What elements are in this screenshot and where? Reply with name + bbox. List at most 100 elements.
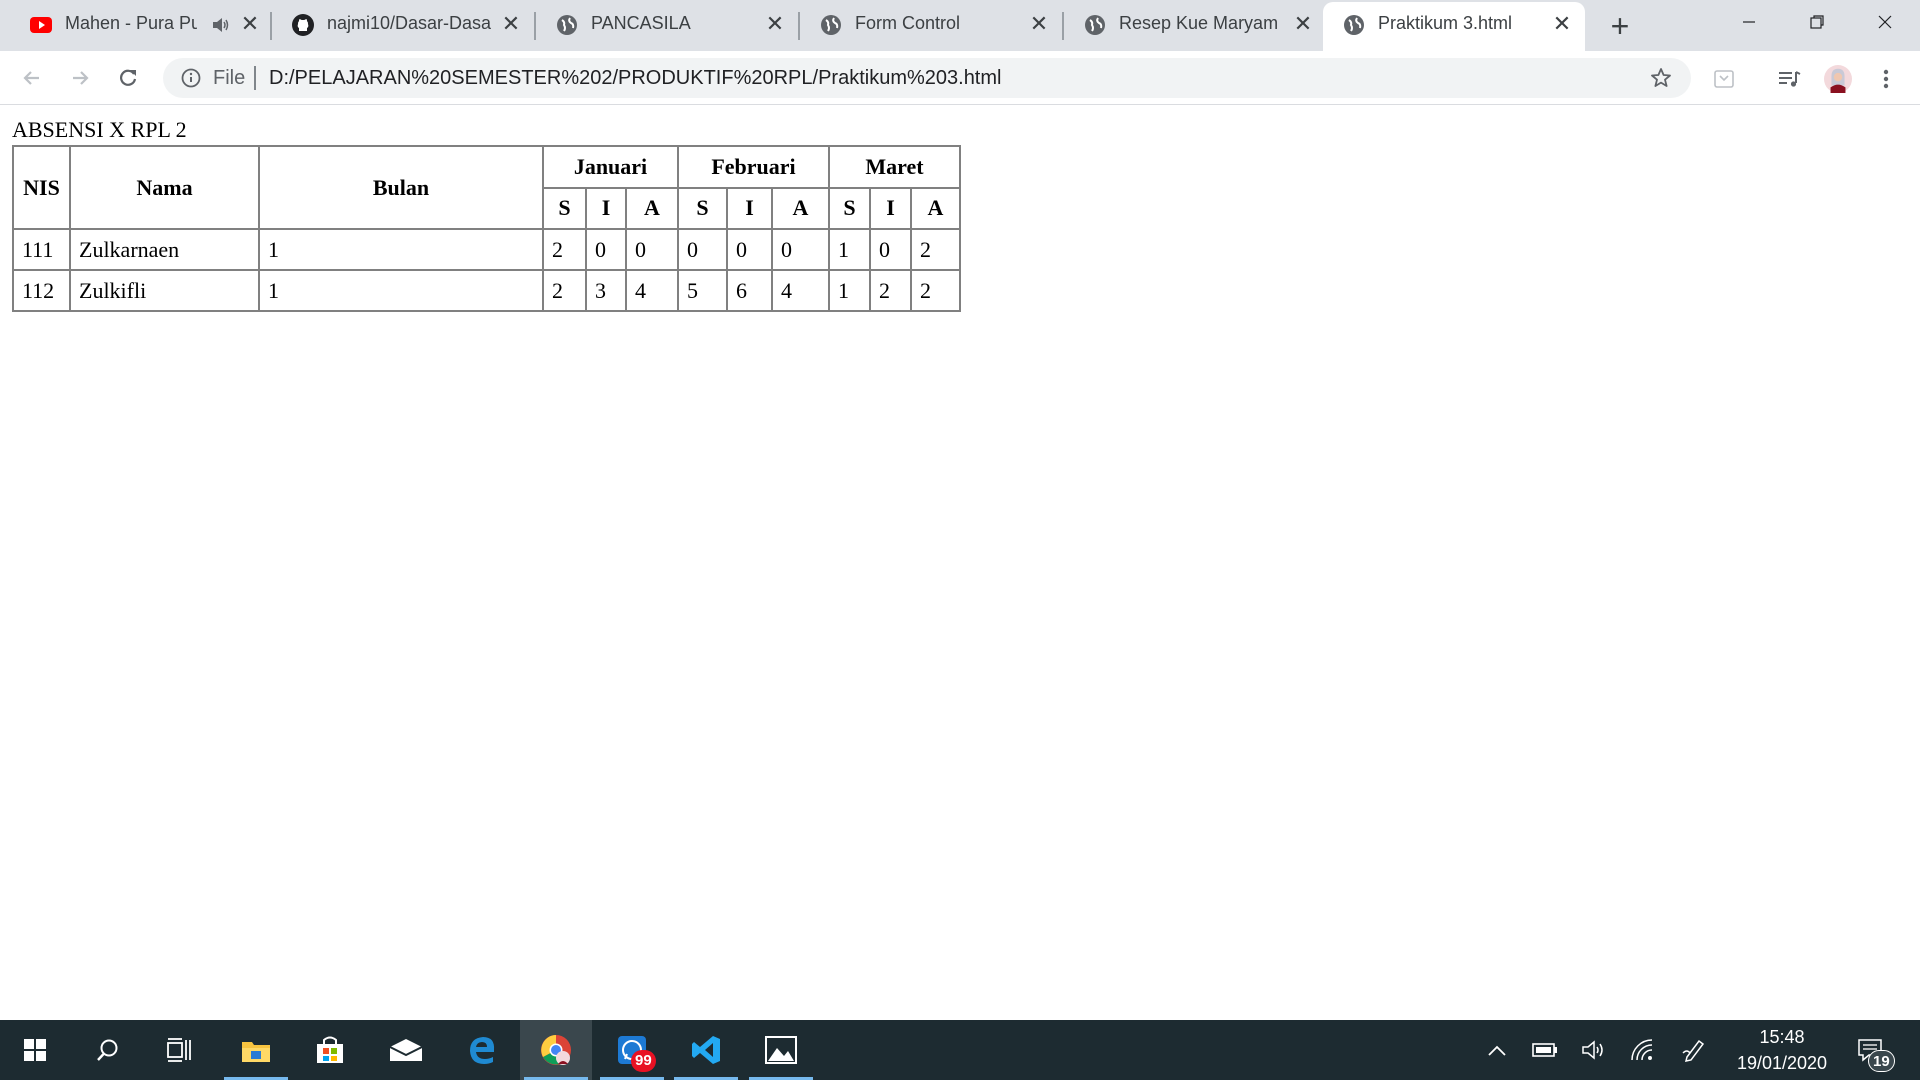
subheader-cell: I [586, 187, 626, 229]
cell-value: 4 [772, 270, 829, 311]
cell-value: 2 [911, 270, 960, 311]
subheader-cell: I [727, 187, 772, 229]
globe-icon [1343, 14, 1365, 36]
taskbar-clock[interactable]: 15:48 19/01/2020 [1722, 1024, 1842, 1076]
cell-value: 2 [543, 270, 586, 311]
subheader-cell: S [829, 187, 870, 229]
store-icon[interactable] [294, 1020, 366, 1080]
reload-button[interactable] [113, 63, 143, 93]
wifi-icon[interactable] [1628, 1036, 1656, 1064]
vscode-icon[interactable] [670, 1020, 742, 1080]
address-bar[interactable]: File D:/PELAJARAN%20SEMESTER%202/PRODUKT… [163, 58, 1691, 98]
github-icon [292, 14, 314, 36]
header-bulan: Bulan [259, 146, 543, 229]
edge-icon[interactable] [446, 1020, 518, 1080]
cell-value: 1 [829, 270, 870, 311]
header-month: Februari [678, 146, 829, 188]
subheader-cell: S [678, 187, 727, 229]
header-nis: NIS [13, 146, 70, 229]
cell-value: 6 [727, 270, 772, 311]
cell-value: 0 [772, 229, 829, 270]
cell-value: 2 [543, 229, 586, 270]
globe-icon [1084, 14, 1106, 36]
forward-button[interactable] [65, 63, 95, 93]
attendance-table: NIS Nama Bulan Januari Februari Maret S … [12, 145, 961, 312]
start-button[interactable] [0, 1020, 70, 1080]
close-tab-icon[interactable]: ✕ [764, 13, 786, 35]
tab-title: Mahen - Pura Pu [65, 13, 197, 33]
browser-toolbar: File D:/PELAJARAN%20SEMESTER%202/PRODUKT… [0, 51, 1920, 105]
clock-date: 19/01/2020 [1736, 1053, 1828, 1073]
page-content: ABSENSI X RPL 2 NIS Nama Bulan Januari F… [0, 106, 1920, 1020]
cell-value: 2 [911, 229, 960, 270]
table-row: 112 Zulkifli 1 2 3 4 5 6 4 1 2 2 [13, 270, 960, 311]
back-button[interactable] [17, 63, 47, 93]
header-nama: Nama [70, 146, 259, 229]
minimize-button[interactable] [1715, 0, 1783, 44]
task-view-icon[interactable] [144, 1020, 216, 1080]
close-tab-icon[interactable]: ✕ [500, 13, 522, 35]
globe-icon [556, 14, 578, 36]
header-month: Maret [829, 146, 960, 188]
url-scheme-label: File [213, 67, 246, 89]
close-tab-icon[interactable]: ✕ [1292, 13, 1314, 35]
notifications-icon[interactable]: 19 [1856, 1036, 1895, 1072]
mail-icon[interactable] [370, 1020, 442, 1080]
subheader-cell: A [911, 187, 960, 229]
tab-youtube[interactable]: Mahen - Pura Pu ✕ [10, 0, 272, 51]
url-text[interactable]: D:/PELAJARAN%20SEMESTER%202/PRODUKTIF%20… [269, 67, 1001, 90]
photos-icon[interactable] [745, 1020, 817, 1080]
cell-bulan: 1 [259, 229, 543, 270]
tab-title: najmi10/Dasar-Dasar [327, 13, 492, 33]
globe-icon [820, 14, 842, 36]
media-controls-icon[interactable] [1775, 65, 1803, 93]
chrome-icon[interactable] [520, 1020, 592, 1080]
restore-button[interactable] [1783, 0, 1851, 44]
cell-nama: Zulkarnaen [70, 229, 259, 270]
tab-title: PANCASILA [591, 13, 691, 33]
search-icon[interactable] [72, 1020, 144, 1080]
close-tab-icon[interactable]: ✕ [1028, 13, 1050, 35]
menu-kebab-icon[interactable] [1872, 65, 1900, 93]
close-tab-icon[interactable]: ✕ [1551, 13, 1573, 35]
cell-value: 0 [586, 229, 626, 270]
whatsapp-icon[interactable]: 99 [596, 1020, 668, 1080]
scheme-divider [254, 66, 256, 90]
cell-nama: Zulkifli [70, 270, 259, 311]
tab-title: Resep Kue Maryam [1119, 13, 1279, 33]
notification-count-badge: 19 [1868, 1050, 1895, 1072]
tab-pancasila[interactable]: PANCASILA ✕ [536, 0, 800, 51]
cell-value: 5 [678, 270, 727, 311]
volume-icon[interactable] [1580, 1036, 1608, 1064]
close-tab-icon[interactable]: ✕ [239, 13, 261, 35]
table-row: 111 Zulkarnaen 1 2 0 0 0 0 0 1 0 2 [13, 229, 960, 270]
tab-resep[interactable]: Resep Kue Maryam ✕ [1064, 0, 1323, 51]
windows-taskbar: 99 15:48 19/01/2020 19 [0, 1020, 1920, 1080]
close-window-button[interactable] [1851, 0, 1919, 44]
cell-nis: 112 [13, 270, 70, 311]
pen-workspace-icon[interactable] [1680, 1036, 1708, 1064]
tab-title: Praktikum 3.html [1378, 13, 1513, 33]
tab-github[interactable]: najmi10/Dasar-Dasar ✕ [272, 0, 536, 51]
cell-value: 0 [626, 229, 678, 270]
audio-playing-icon[interactable] [211, 15, 231, 40]
battery-icon[interactable] [1531, 1036, 1559, 1064]
tab-praktikum[interactable]: Praktikum 3.html ✕ [1323, 2, 1585, 51]
file-explorer-icon[interactable] [220, 1020, 292, 1080]
chevron-up-icon[interactable] [1483, 1036, 1511, 1064]
cell-value: 0 [678, 229, 727, 270]
extension-icon[interactable] [1710, 65, 1738, 93]
cell-value: 1 [829, 229, 870, 270]
tab-title: Form Control [855, 13, 961, 33]
youtube-icon [30, 14, 52, 36]
profile-avatar[interactable] [1824, 65, 1852, 93]
cell-value: 4 [626, 270, 678, 311]
bookmark-star-icon[interactable] [1649, 66, 1673, 90]
new-tab-button[interactable]: + [1603, 10, 1637, 44]
clock-time: 15:48 [1759, 1027, 1805, 1047]
tab-form-control[interactable]: Form Control ✕ [800, 0, 1064, 51]
table-header-row: NIS Nama Bulan Januari Februari Maret [13, 146, 960, 229]
cell-value: 0 [727, 229, 772, 270]
info-icon[interactable] [180, 67, 202, 89]
subheader-cell: A [626, 187, 678, 229]
